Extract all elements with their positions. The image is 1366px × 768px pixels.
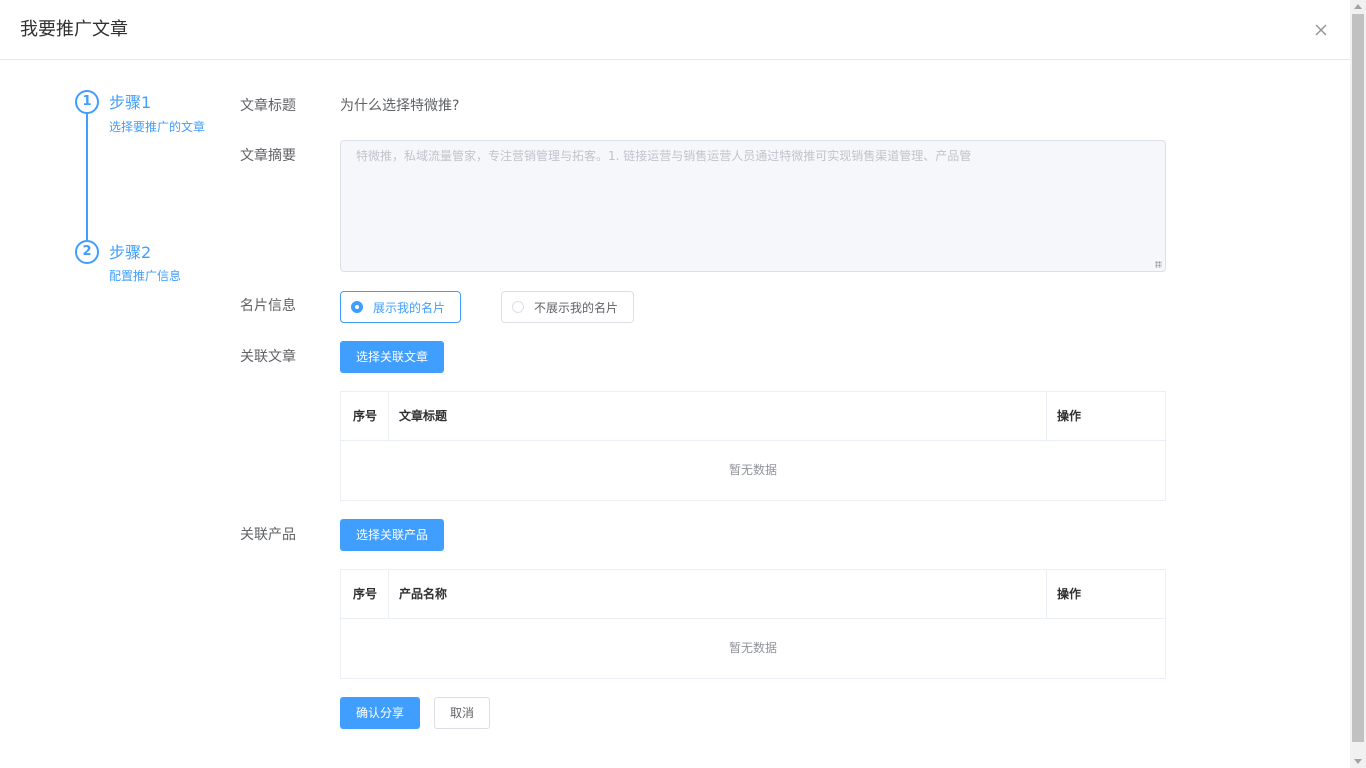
radio-unchecked-icon <box>512 301 524 313</box>
article-col-index: 序号 <box>353 409 378 423</box>
card-info-label: 名片信息 <box>240 298 296 314</box>
vertical-scrollbar[interactable] <box>1350 0 1366 768</box>
product-table-empty: 暂无数据 <box>728 641 777 655</box>
column-divider <box>388 392 389 440</box>
article-table-header: 序号 文章标题 操作 <box>341 392 1165 441</box>
article-summary-textarea[interactable]: 特微推，私域流量管家，专注营销管理与拓客。1. 链接运营与销售运营人员通过特微推… <box>340 140 1166 272</box>
column-divider <box>388 570 389 618</box>
step-1-title: 步骤1 <box>109 93 152 112</box>
article-table-empty: 暂无数据 <box>728 463 777 477</box>
dialog-header: 我要推广文章 <box>0 0 1350 60</box>
cancel-button[interactable]: 取消 <box>434 697 490 729</box>
dialog-title: 我要推广文章 <box>20 19 128 40</box>
related-article-label: 关联文章 <box>240 349 296 365</box>
hide-card-label: 不展示我的名片 <box>534 300 619 315</box>
step-2-desc: 配置推广信息 <box>109 269 182 283</box>
article-col-action: 操作 <box>1057 409 1082 423</box>
scroll-up-icon[interactable] <box>1354 4 1362 9</box>
column-divider <box>1046 392 1047 440</box>
article-col-title: 文章标题 <box>399 409 448 423</box>
article-summary-label: 文章摘要 <box>240 148 296 164</box>
step-2-icon: 2 <box>75 240 99 264</box>
select-article-button[interactable]: 选择关联文章 <box>340 341 444 373</box>
radio-checked-icon <box>351 301 363 313</box>
close-icon[interactable] <box>1311 20 1331 40</box>
show-card-label: 展示我的名片 <box>373 300 446 315</box>
article-title-label: 文章标题 <box>240 98 296 114</box>
article-title-value: 为什么选择特微推? <box>340 98 460 114</box>
article-summary-text: 特微推，私域流量管家，专注营销管理与拓客。1. 链接运营与销售运营人员通过特微推… <box>356 149 972 163</box>
product-table-header: 序号 产品名称 操作 <box>341 570 1165 619</box>
step-2-title: 步骤2 <box>109 243 152 262</box>
product-col-name: 产品名称 <box>399 587 448 601</box>
hide-card-radio[interactable]: 不展示我的名片 <box>501 291 634 323</box>
step-connector-line <box>86 113 88 240</box>
column-divider <box>1046 570 1047 618</box>
select-product-button[interactable]: 选择关联产品 <box>340 519 444 551</box>
resize-grip-icon[interactable] <box>1155 261 1162 268</box>
scroll-down-icon[interactable] <box>1354 759 1362 764</box>
step-1-desc: 选择要推广的文章 <box>109 120 206 134</box>
product-table: 序号 产品名称 操作 暂无数据 <box>340 569 1166 679</box>
confirm-share-button[interactable]: 确认分享 <box>340 697 420 729</box>
show-card-radio[interactable]: 展示我的名片 <box>340 291 461 323</box>
product-col-index: 序号 <box>353 587 378 601</box>
product-col-action: 操作 <box>1057 587 1082 601</box>
scrollbar-thumb[interactable] <box>1352 14 1364 742</box>
step-1-icon: 1 <box>75 90 99 114</box>
article-table: 序号 文章标题 操作 暂无数据 <box>340 391 1166 501</box>
related-product-label: 关联产品 <box>240 527 296 543</box>
